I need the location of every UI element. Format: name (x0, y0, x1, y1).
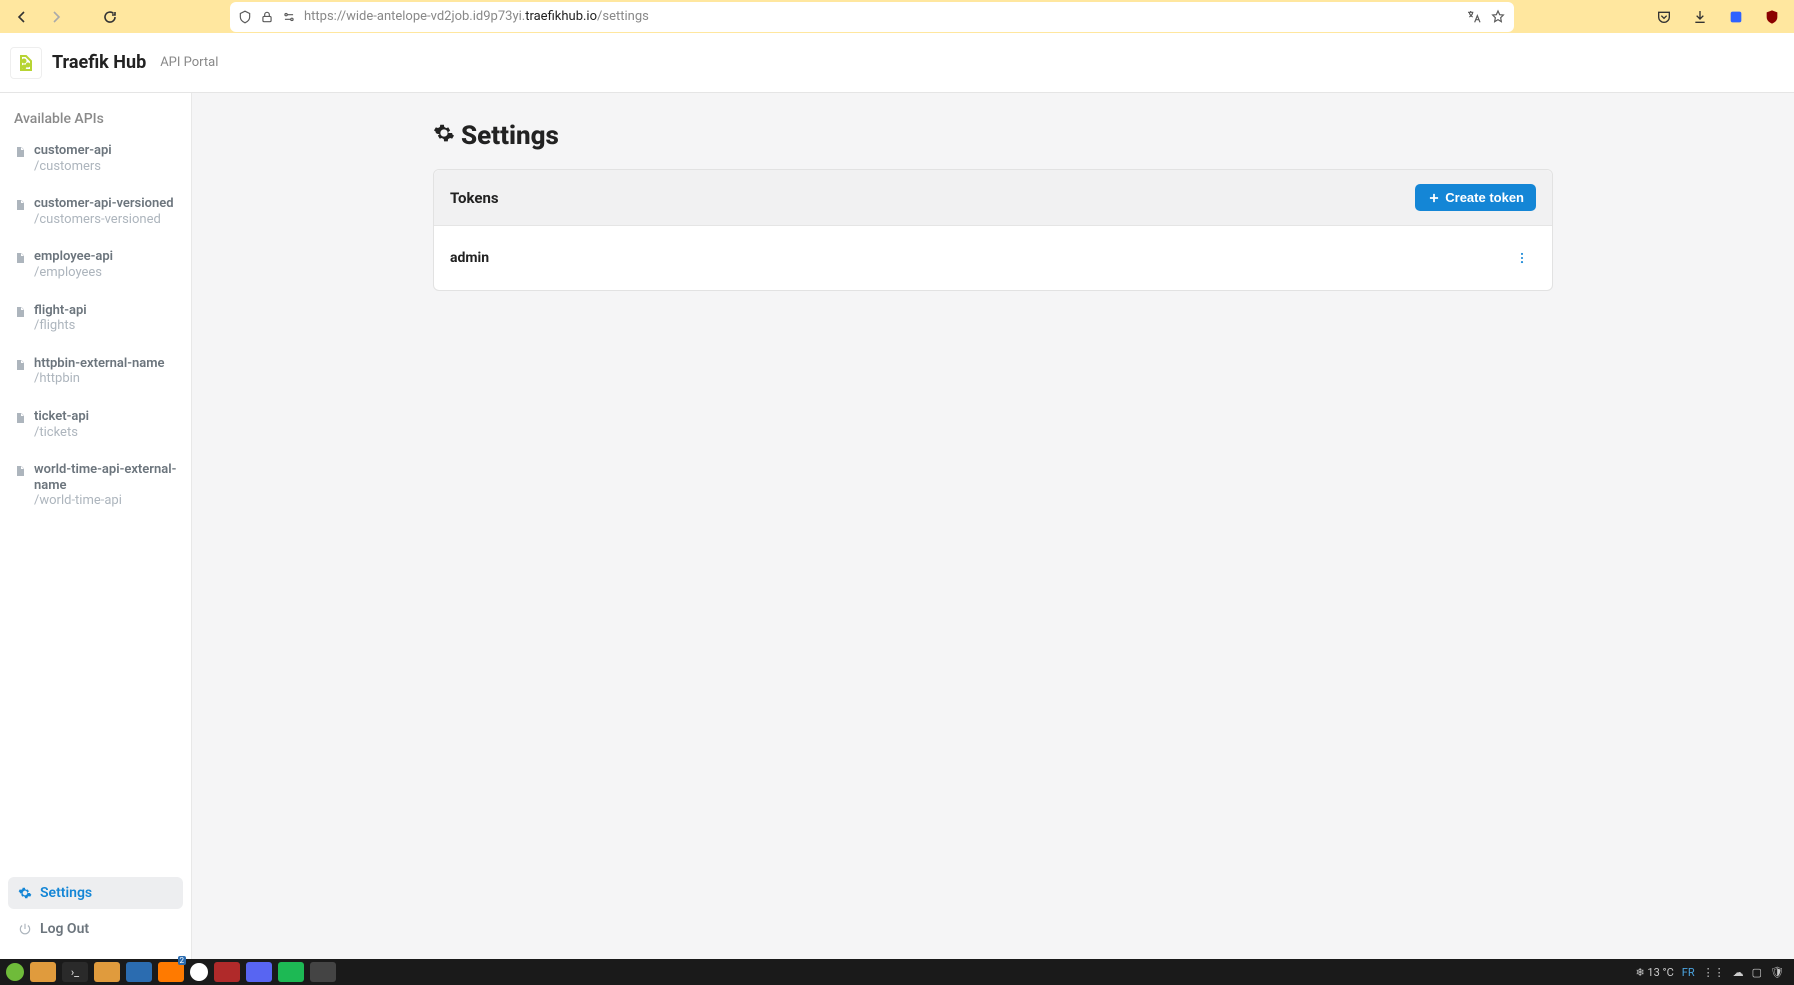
api-path: /employees (34, 265, 113, 281)
api-name: customer-api-versioned (34, 196, 174, 212)
sidebar-settings-label: Settings (40, 885, 92, 901)
document-icon (14, 145, 26, 163)
browser-chrome: https://wide-antelope-vd2job.id9p73yi.tr… (0, 0, 1794, 33)
app-header: Traefik Hub API Portal (0, 33, 1794, 93)
create-token-label: Create token (1445, 190, 1524, 205)
taskbar-terminal[interactable]: ›_ (62, 962, 88, 982)
brand-name: Traefik Hub (52, 52, 146, 73)
taskbar-tray: ❄ 13 °C FR ⋮⋮ ☁ ▢ 🛡 (1635, 966, 1788, 979)
url-bar[interactable]: https://wide-antelope-vd2job.id9p73yi.tr… (230, 2, 1514, 32)
document-icon (14, 198, 26, 216)
tray-icon-2[interactable]: ☁ (1733, 966, 1744, 979)
forward-button[interactable] (42, 3, 70, 31)
sidebar-api-item[interactable]: httpbin-external-name/httpbin (6, 350, 185, 393)
shield-icon (238, 10, 252, 24)
lang-indicator[interactable]: FR (1682, 966, 1695, 979)
sidebar-logout-label: Log Out (40, 921, 89, 937)
api-path: /httpbin (34, 371, 165, 387)
tray-icon-3[interactable]: ▢ (1752, 966, 1762, 979)
taskbar-start[interactable] (6, 963, 24, 981)
tray-icon-4[interactable]: 🛡 (1770, 966, 1784, 979)
api-name: customer-api (34, 143, 112, 159)
token-row: admin (434, 226, 1552, 290)
document-icon (14, 251, 26, 269)
token-actions-button[interactable] (1508, 244, 1536, 272)
taskbar-files[interactable] (30, 962, 56, 982)
reload-button[interactable] (96, 3, 124, 31)
tokens-section-title: Tokens (450, 189, 499, 207)
sidebar: Available APIs customer-api/customerscus… (0, 93, 192, 959)
tokens-list: admin (434, 226, 1552, 290)
tokens-card: Tokens Create token admin (433, 169, 1553, 291)
bookmark-star-icon[interactable] (1490, 9, 1506, 25)
sidebar-api-item[interactable]: ticket-api/tickets (6, 403, 185, 446)
api-path: /flights (34, 318, 87, 334)
page-title-text: Settings (461, 121, 559, 151)
document-icon (14, 358, 26, 376)
sidebar-logout[interactable]: Log Out (8, 913, 183, 945)
url-path: /settings (597, 9, 649, 24)
gear-icon (18, 886, 32, 900)
api-path: /world-time-api (34, 493, 177, 509)
pocket-icon[interactable] (1650, 3, 1678, 31)
taskbar-app-7[interactable] (310, 962, 336, 982)
ublock-icon[interactable] (1758, 3, 1786, 31)
api-name: ticket-api (34, 409, 89, 425)
api-list: customer-api/customers customer-api-versi… (6, 137, 185, 873)
api-name: world-time-api-external-name (34, 462, 177, 493)
brand-subtitle: API Portal (160, 55, 218, 70)
document-icon (14, 305, 26, 323)
lock-icon (260, 10, 274, 24)
document-icon (14, 411, 26, 429)
sidebar-api-item[interactable]: employee-api/employees (6, 243, 185, 286)
url-prefix: https://wide-antelope-vd2job.id9p73yi. (304, 9, 525, 24)
downloads-icon[interactable] (1686, 3, 1714, 31)
sidebar-settings[interactable]: Settings (8, 877, 183, 909)
api-path: /customers (34, 159, 112, 175)
gear-icon (433, 121, 455, 151)
api-name: employee-api (34, 249, 113, 265)
logo[interactable] (10, 47, 42, 79)
taskbar-app-1[interactable] (126, 962, 152, 982)
create-token-button[interactable]: Create token (1415, 184, 1536, 211)
power-icon (18, 922, 32, 936)
url-text: https://wide-antelope-vd2job.id9p73yi.tr… (304, 9, 1458, 24)
tray-icon-1[interactable]: ⋮⋮ (1703, 966, 1725, 979)
back-button[interactable] (8, 3, 36, 31)
api-path: /tickets (34, 425, 89, 441)
taskbar-app-3[interactable] (190, 963, 208, 981)
url-host: traefikhub.io (525, 9, 597, 24)
sidebar-api-item[interactable]: customer-api/customers (6, 137, 185, 180)
taskbar-app-5[interactable] (246, 962, 272, 982)
chrome-right (1650, 3, 1786, 31)
os-taskbar: ›_ 2 ❄ 13 °C FR ⋮⋮ ☁ ▢ 🛡 (0, 959, 1794, 985)
document-icon (14, 464, 26, 482)
taskbar-folder[interactable] (94, 962, 120, 982)
sidebar-title: Available APIs (6, 103, 185, 137)
sidebar-api-item[interactable]: flight-api/flights (6, 297, 185, 340)
api-path: /customers-versioned (34, 212, 174, 228)
extension-icon[interactable] (1722, 3, 1750, 31)
permissions-icon (282, 10, 296, 24)
page-title: Settings (433, 121, 1553, 151)
api-name: flight-api (34, 303, 87, 319)
translate-icon[interactable] (1466, 9, 1482, 25)
tokens-card-header: Tokens Create token (434, 170, 1552, 226)
taskbar-app-2[interactable]: 2 (158, 962, 184, 982)
sidebar-api-item[interactable]: customer-api-versioned/customers-version… (6, 190, 185, 233)
taskbar-app-6[interactable] (278, 962, 304, 982)
main: Settings Tokens Create token admin (192, 93, 1794, 959)
token-name: admin (450, 250, 489, 266)
temp-indicator[interactable]: ❄ 13 °C (1635, 966, 1673, 979)
api-name: httpbin-external-name (34, 356, 165, 372)
taskbar-app-4[interactable] (214, 962, 240, 982)
sidebar-api-item[interactable]: world-time-api-external-name/world-time-… (6, 456, 185, 515)
